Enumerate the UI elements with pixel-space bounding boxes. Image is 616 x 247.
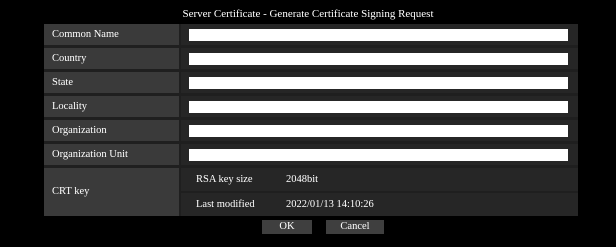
organization-unit-label: Organization Unit (44, 144, 179, 165)
locality-cell (181, 96, 578, 117)
common-name-input[interactable] (189, 29, 568, 41)
organization-input[interactable] (189, 125, 568, 137)
rsa-key-size-cell: RSA key size 2048bit (181, 168, 578, 191)
organization-row: Organization (44, 120, 578, 141)
last-modified-value: 2022/01/13 14:10:26 (286, 199, 374, 210)
page-title: Server Certificate - Generate Certificat… (182, 8, 434, 20)
crt-key-label: CRT key (44, 168, 179, 216)
locality-row: Locality (44, 96, 578, 117)
rsa-key-size-value: 2048bit (286, 174, 319, 185)
last-modified-cell: Last modified 2022/01/13 14:10:26 (181, 193, 578, 216)
country-label: Country (44, 48, 179, 69)
last-modified-label: Last modified (196, 199, 255, 210)
organization-cell (181, 120, 578, 141)
organization-unit-cell (181, 144, 578, 165)
csr-form: Common Name Country State Locality Organ… (44, 24, 578, 216)
locality-input[interactable] (189, 101, 568, 113)
common-name-cell (181, 24, 578, 45)
organization-unit-input[interactable] (189, 149, 568, 161)
organization-label: Organization (44, 120, 179, 141)
state-input[interactable] (189, 77, 568, 89)
ok-button[interactable]: OK (262, 220, 312, 234)
country-input[interactable] (189, 53, 568, 65)
rsa-key-size-label: RSA key size (196, 174, 253, 185)
cancel-button[interactable]: Cancel (326, 220, 384, 234)
organization-unit-row: Organization Unit (44, 144, 578, 165)
locality-label: Locality (44, 96, 179, 117)
country-cell (181, 48, 578, 69)
common-name-label: Common Name (44, 24, 179, 45)
country-row: Country (44, 48, 578, 69)
state-label: State (44, 72, 179, 93)
common-name-row: Common Name (44, 24, 578, 45)
state-cell (181, 72, 578, 93)
state-row: State (44, 72, 578, 93)
